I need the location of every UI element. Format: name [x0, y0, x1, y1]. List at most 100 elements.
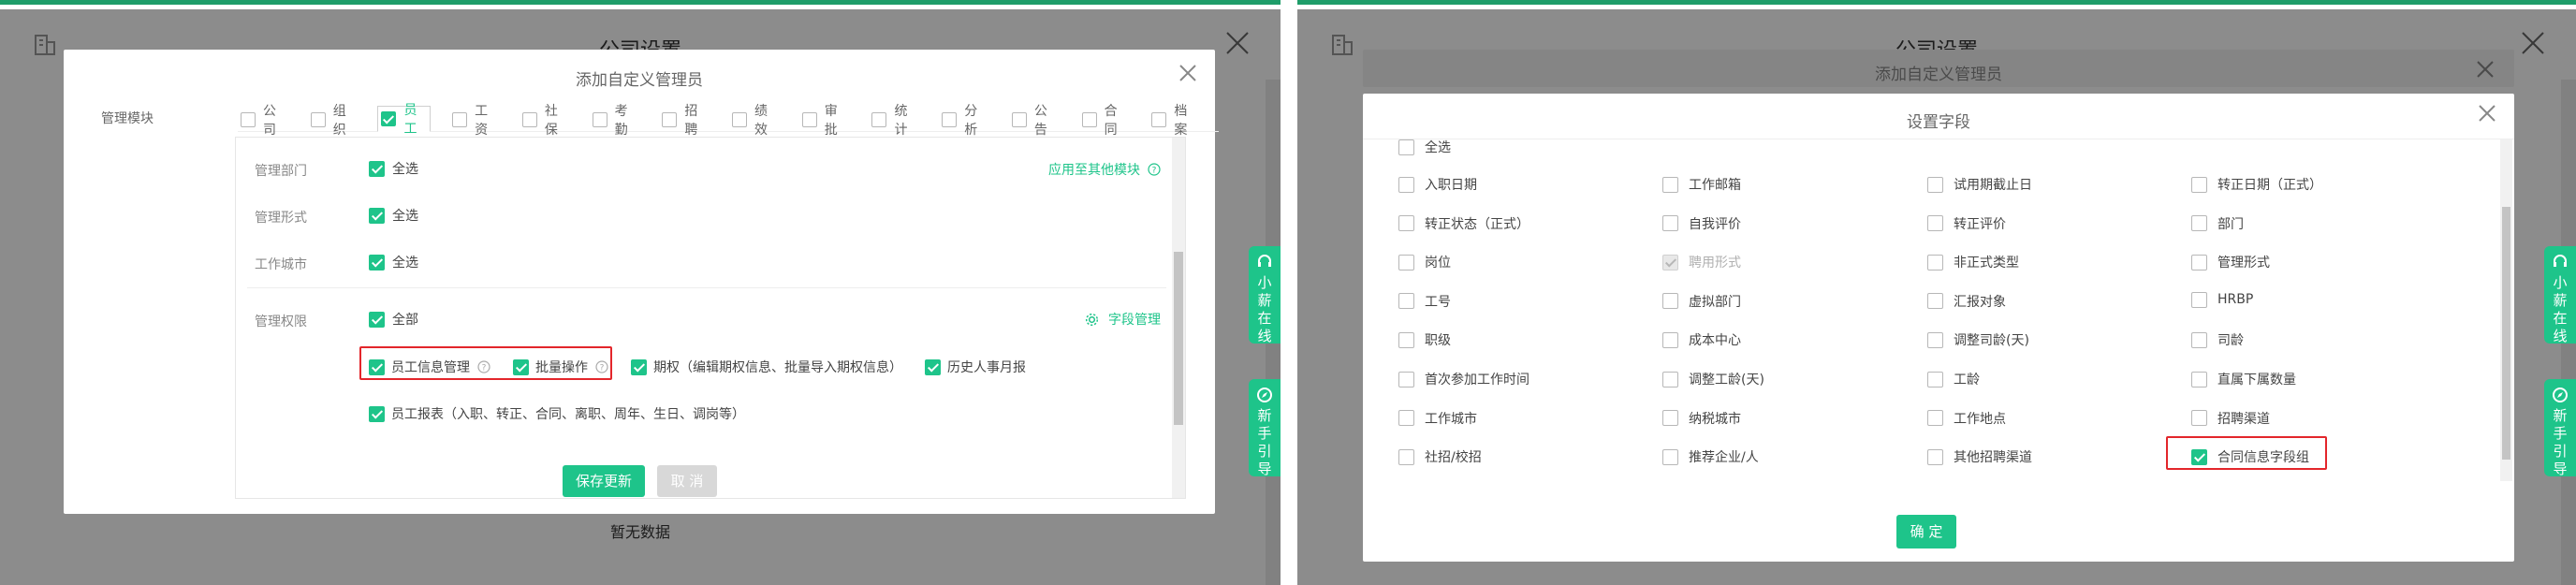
- field-item[interactable]: HRBP: [2191, 291, 2253, 308]
- field-checkbox[interactable]: [1398, 371, 1414, 388]
- field-checkbox[interactable]: [1927, 215, 1943, 232]
- field-item[interactable]: 岗位: [1398, 253, 1451, 271]
- field-item[interactable]: 司龄: [2191, 330, 2244, 349]
- field-item[interactable]: 纳税城市: [1662, 409, 1741, 428]
- module-tab[interactable]: 绩效: [729, 104, 781, 138]
- field-manage-link[interactable]: 字段管理: [1085, 310, 1161, 329]
- field-item[interactable]: 工号: [1398, 292, 1451, 311]
- field-item[interactable]: 虚拟部门: [1662, 292, 1741, 311]
- option-history[interactable]: 历史人事月报: [925, 358, 1026, 376]
- field-scrollbar[interactable]: [2500, 139, 2512, 481]
- field-item[interactable]: 其他招聘渠道: [1927, 447, 2032, 466]
- perm-select-all[interactable]: 全部: [369, 310, 418, 329]
- field-item[interactable]: 推荐企业/人: [1662, 447, 1759, 466]
- dept-select-all[interactable]: 全选: [369, 159, 418, 178]
- field-checkbox[interactable]: [1662, 215, 1678, 232]
- history-checkbox[interactable]: [925, 358, 941, 375]
- field-checkbox[interactable]: [1662, 448, 1678, 465]
- field-checkbox[interactable]: [1398, 410, 1414, 427]
- close-icon[interactable]: [2477, 103, 2497, 124]
- module-tab[interactable]: 分析: [939, 104, 990, 138]
- module-checkbox[interactable]: [801, 111, 817, 127]
- module-tab[interactable]: 工资: [449, 104, 501, 138]
- confirm-button[interactable]: 确 定: [1896, 515, 1956, 548]
- field-checkbox[interactable]: [1662, 176, 1678, 193]
- field-checkbox[interactable]: [2191, 331, 2207, 348]
- module-tab[interactable]: 审批: [799, 104, 851, 138]
- apply-other-modules-link[interactable]: 应用至其他模块?: [1048, 160, 1161, 179]
- panel-scrollbar[interactable]: [1172, 138, 1185, 498]
- perm-checkbox[interactable]: [369, 311, 385, 328]
- module-checkbox[interactable]: [732, 111, 748, 127]
- select-all-field[interactable]: 全选: [1398, 139, 1451, 156]
- field-checkbox[interactable]: [2191, 176, 2207, 193]
- field-item[interactable]: 部门: [2191, 214, 2244, 233]
- module-checkbox[interactable]: [592, 111, 607, 127]
- field-checkbox[interactable]: [1662, 293, 1678, 310]
- field-checkbox[interactable]: [1398, 293, 1414, 310]
- field-checkbox[interactable]: [1927, 293, 1943, 310]
- field-checkbox[interactable]: [1398, 176, 1414, 193]
- module-checkbox[interactable]: [942, 111, 958, 127]
- form-select-all[interactable]: 全选: [369, 206, 418, 225]
- field-item[interactable]: 管理形式: [2191, 253, 2270, 271]
- field-item[interactable]: 首次参加工作时间: [1398, 370, 1530, 388]
- module-tab[interactable]: 统计: [869, 104, 920, 138]
- module-tab[interactable]: 公告: [1009, 104, 1061, 138]
- field-checkbox[interactable]: [1662, 410, 1678, 427]
- field-checkbox[interactable]: [1662, 371, 1678, 388]
- field-checkbox[interactable]: [1398, 331, 1414, 348]
- report-option[interactable]: 员工报表（入职、转正、合同、离职、周年、生日、调岗等）: [369, 404, 768, 423]
- field-item[interactable]: 工龄: [1927, 370, 1980, 388]
- module-checkbox[interactable]: [452, 111, 468, 127]
- city-select-all[interactable]: 全选: [369, 253, 418, 271]
- module-checkbox[interactable]: [662, 111, 678, 127]
- field-checkbox[interactable]: [2191, 254, 2207, 271]
- field-item[interactable]: 调整司龄(天): [1927, 330, 2029, 349]
- field-checkbox[interactable]: [2191, 410, 2207, 427]
- field-item[interactable]: 非正式类型: [1927, 253, 2019, 271]
- options-checkbox[interactable]: [631, 358, 647, 375]
- module-tab[interactable]: 社保: [520, 104, 571, 138]
- field-item[interactable]: 工作邮箱: [1662, 175, 1741, 194]
- cancel-button[interactable]: 取 消: [657, 465, 717, 497]
- field-checkbox[interactable]: [1398, 448, 1414, 465]
- module-checkbox[interactable]: [381, 110, 397, 126]
- module-checkbox[interactable]: [241, 111, 256, 127]
- field-item[interactable]: 试用期截止日: [1927, 175, 2032, 194]
- field-item[interactable]: 转正状态（正式）: [1398, 214, 1530, 233]
- online-chat-tab[interactable]: 小薪在线: [1249, 246, 1281, 344]
- beginner-guide-tab[interactable]: 新手引导: [1249, 379, 1281, 477]
- module-checkbox[interactable]: [1011, 111, 1027, 127]
- module-checkbox[interactable]: [871, 111, 887, 127]
- form-checkbox[interactable]: [369, 207, 385, 224]
- module-tab[interactable]: 员工: [377, 103, 432, 137]
- report-checkbox[interactable]: [369, 405, 385, 422]
- beginner-guide-tab[interactable]: 新手引导: [2544, 379, 2576, 477]
- scrollbar-thumb[interactable]: [2502, 207, 2510, 460]
- module-checkbox[interactable]: [1151, 111, 1167, 127]
- field-item[interactable]: 转正评价: [1927, 214, 2006, 233]
- field-item[interactable]: 直属下属数量: [2191, 370, 2296, 388]
- field-item[interactable]: 自我评价: [1662, 214, 1741, 233]
- field-item[interactable]: 聘用形式: [1662, 253, 1741, 271]
- select-all-checkbox[interactable]: [1398, 139, 1414, 155]
- field-item[interactable]: 招聘渠道: [2191, 409, 2270, 428]
- field-checkbox[interactable]: [1927, 371, 1943, 388]
- module-tab[interactable]: 考勤: [590, 104, 641, 138]
- field-item[interactable]: 入职日期: [1398, 175, 1477, 194]
- close-icon[interactable]: [1178, 63, 1198, 83]
- field-checkbox[interactable]: [2191, 291, 2207, 308]
- field-checkbox[interactable]: [1398, 215, 1414, 232]
- module-checkbox[interactable]: [521, 111, 537, 127]
- module-checkbox[interactable]: [1081, 111, 1097, 127]
- field-checkbox[interactable]: [1927, 331, 1943, 348]
- field-checkbox[interactable]: [2191, 371, 2207, 388]
- module-tab[interactable]: 组织: [308, 104, 359, 138]
- field-checkbox[interactable]: [1927, 410, 1943, 427]
- field-checkbox[interactable]: [1398, 254, 1414, 271]
- field-item[interactable]: 转正日期（正式）: [2191, 175, 2322, 194]
- field-item[interactable]: 社招/校招: [1398, 447, 1482, 466]
- field-item[interactable]: 汇报对象: [1927, 292, 2006, 311]
- field-checkbox[interactable]: [2191, 215, 2207, 232]
